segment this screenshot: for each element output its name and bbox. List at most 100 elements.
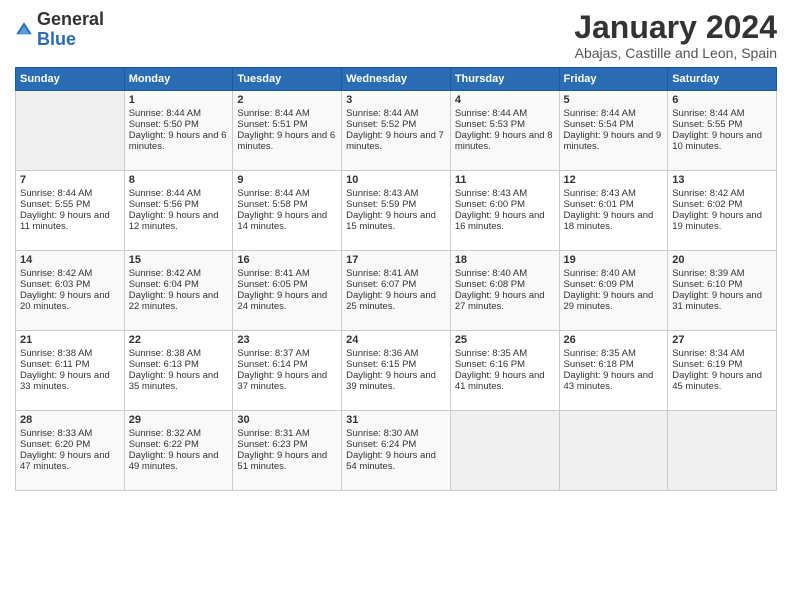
header-day-wednesday: Wednesday bbox=[342, 68, 451, 91]
daylight-text: Daylight: 9 hours and 24 minutes. bbox=[237, 290, 337, 312]
sunrise-text: Sunrise: 8:31 AM bbox=[237, 428, 337, 439]
sunrise-text: Sunrise: 8:30 AM bbox=[346, 428, 446, 439]
sunrise-text: Sunrise: 8:43 AM bbox=[455, 188, 555, 199]
sunset-text: Sunset: 6:02 PM bbox=[672, 199, 772, 210]
daylight-text: Daylight: 9 hours and 20 minutes. bbox=[20, 290, 120, 312]
daylight-text: Daylight: 9 hours and 31 minutes. bbox=[672, 290, 772, 312]
day-cell: 5Sunrise: 8:44 AMSunset: 5:54 PMDaylight… bbox=[559, 91, 668, 171]
day-cell: 28Sunrise: 8:33 AMSunset: 6:20 PMDayligh… bbox=[16, 411, 125, 491]
location-title: Abajas, Castille and Leon, Spain bbox=[574, 45, 777, 61]
day-cell: 30 Sunrise: 8:31 AMSunset: 6:23 PMDayligh… bbox=[233, 411, 342, 491]
sunset-text: Sunset: 5:53 PM bbox=[455, 119, 555, 130]
sunset-text: Sunset: 6:10 PM bbox=[672, 279, 772, 290]
daylight-text: Daylight: 9 hours and 22 minutes. bbox=[129, 290, 229, 312]
day-number: 21 bbox=[20, 334, 120, 346]
day-cell: 20Sunrise: 8:39 AMSunset: 6:10 PMDayligh… bbox=[668, 251, 777, 331]
day-cell: 9Sunrise: 8:44 AMSunset: 5:58 PMDaylight… bbox=[233, 171, 342, 251]
day-number: 8 bbox=[129, 174, 229, 186]
sunrise-text: Sunrise: 8:44 AM bbox=[455, 108, 555, 119]
day-cell: 11 Sunrise: 8:43 AMSunset: 6:00 PMDayligh… bbox=[450, 171, 559, 251]
sunset-text: Sunset: 6:04 PM bbox=[129, 279, 229, 290]
daylight-text: Daylight: 9 hours and 16 minutes. bbox=[455, 210, 555, 232]
logo-general: General bbox=[37, 9, 104, 29]
sunset-text: Sunset: 6:13 PM bbox=[129, 359, 229, 370]
sunrise-text: Sunrise: 8:42 AM bbox=[129, 268, 229, 279]
day-cell: 27Sunrise: 8:34 AMSunset: 6:19 PMDayligh… bbox=[668, 331, 777, 411]
day-cell: 29 Sunrise: 8:32 AMSunset: 6:22 PMDayligh… bbox=[124, 411, 233, 491]
week-row-5: 28Sunrise: 8:33 AMSunset: 6:20 PMDayligh… bbox=[16, 411, 777, 491]
daylight-text: Daylight: 9 hours and 43 minutes. bbox=[564, 370, 664, 392]
day-cell: 4 Sunrise: 8:44 AMSunset: 5:53 PMDaylight… bbox=[450, 91, 559, 171]
day-number: 24 bbox=[346, 334, 446, 346]
sunset-text: Sunset: 5:51 PM bbox=[237, 119, 337, 130]
week-row-1: 1Sunrise: 8:44 AMSunset: 5:50 PMDaylight… bbox=[16, 91, 777, 171]
day-number: 27 bbox=[672, 334, 772, 346]
daylight-text: Daylight: 9 hours and 51 minutes. bbox=[237, 450, 337, 472]
daylight-text: Daylight: 9 hours and 12 minutes. bbox=[129, 210, 229, 232]
day-number: 18 bbox=[455, 254, 555, 266]
sunset-text: Sunset: 5:55 PM bbox=[20, 199, 120, 210]
sunset-text: Sunset: 5:54 PM bbox=[564, 119, 664, 130]
day-number: 17 bbox=[346, 254, 446, 266]
daylight-text: Daylight: 9 hours and 25 minutes. bbox=[346, 290, 446, 312]
daylight-text: Daylight: 9 hours and 8 minutes. bbox=[455, 130, 555, 152]
sunset-text: Sunset: 6:22 PM bbox=[129, 439, 229, 450]
daylight-text: Daylight: 9 hours and 41 minutes. bbox=[455, 370, 555, 392]
sunrise-text: Sunrise: 8:40 AM bbox=[455, 268, 555, 279]
sunset-text: Sunset: 6:09 PM bbox=[564, 279, 664, 290]
day-number: 28 bbox=[20, 414, 120, 426]
page: General Blue January 2024 Abajas, Castil… bbox=[0, 0, 792, 612]
daylight-text: Daylight: 9 hours and 18 minutes. bbox=[564, 210, 664, 232]
day-number: 3 bbox=[346, 94, 446, 106]
sunrise-text: Sunrise: 8:32 AM bbox=[129, 428, 229, 439]
sunset-text: Sunset: 6:23 PM bbox=[237, 439, 337, 450]
sunset-text: Sunset: 6:16 PM bbox=[455, 359, 555, 370]
sunrise-text: Sunrise: 8:44 AM bbox=[564, 108, 664, 119]
sunset-text: Sunset: 6:20 PM bbox=[20, 439, 120, 450]
daylight-text: Daylight: 9 hours and 7 minutes. bbox=[346, 130, 446, 152]
day-cell: 19Sunrise: 8:40 AMSunset: 6:09 PMDayligh… bbox=[559, 251, 668, 331]
sunset-text: Sunset: 6:11 PM bbox=[20, 359, 120, 370]
sunrise-text: Sunrise: 8:43 AM bbox=[346, 188, 446, 199]
day-number: 13 bbox=[672, 174, 772, 186]
logo: General Blue bbox=[15, 10, 104, 50]
sunrise-text: Sunrise: 8:44 AM bbox=[346, 108, 446, 119]
header-day-saturday: Saturday bbox=[668, 68, 777, 91]
day-number: 29 bbox=[129, 414, 229, 426]
day-cell: 31Sunrise: 8:30 AMSunset: 6:24 PMDayligh… bbox=[342, 411, 451, 491]
day-cell: 17Sunrise: 8:41 AMSunset: 6:07 PMDayligh… bbox=[342, 251, 451, 331]
day-cell bbox=[16, 91, 125, 171]
sunrise-text: Sunrise: 8:42 AM bbox=[20, 268, 120, 279]
day-cell: 18Sunrise: 8:40 AMSunset: 6:08 PMDayligh… bbox=[450, 251, 559, 331]
header-day-thursday: Thursday bbox=[450, 68, 559, 91]
sunrise-text: Sunrise: 8:43 AM bbox=[564, 188, 664, 199]
sunset-text: Sunset: 6:00 PM bbox=[455, 199, 555, 210]
day-cell: 23Sunrise: 8:37 AMSunset: 6:14 PMDayligh… bbox=[233, 331, 342, 411]
sunrise-text: Sunrise: 8:44 AM bbox=[237, 188, 337, 199]
day-number: 31 bbox=[346, 414, 446, 426]
daylight-text: Daylight: 9 hours and 54 minutes. bbox=[346, 450, 446, 472]
day-cell bbox=[450, 411, 559, 491]
sunset-text: Sunset: 6:19 PM bbox=[672, 359, 772, 370]
day-cell: 6Sunrise: 8:44 AMSunset: 5:55 PMDaylight… bbox=[668, 91, 777, 171]
daylight-text: Daylight: 9 hours and 6 minutes. bbox=[237, 130, 337, 152]
day-number: 26 bbox=[564, 334, 664, 346]
sunset-text: Sunset: 5:52 PM bbox=[346, 119, 446, 130]
header-day-friday: Friday bbox=[559, 68, 668, 91]
daylight-text: Daylight: 9 hours and 6 minutes. bbox=[129, 130, 229, 152]
sunset-text: Sunset: 6:15 PM bbox=[346, 359, 446, 370]
daylight-text: Daylight: 9 hours and 27 minutes. bbox=[455, 290, 555, 312]
daylight-text: Daylight: 9 hours and 49 minutes. bbox=[129, 450, 229, 472]
week-row-4: 21Sunrise: 8:38 AMSunset: 6:11 PMDayligh… bbox=[16, 331, 777, 411]
day-number: 4 bbox=[455, 94, 555, 106]
day-number: 11 bbox=[455, 174, 555, 186]
day-number: 30 bbox=[237, 414, 337, 426]
day-number: 7 bbox=[20, 174, 120, 186]
sunrise-text: Sunrise: 8:35 AM bbox=[455, 348, 555, 359]
day-cell: 3 Sunrise: 8:44 AMSunset: 5:52 PMDaylight… bbox=[342, 91, 451, 171]
daylight-text: Daylight: 9 hours and 15 minutes. bbox=[346, 210, 446, 232]
day-number: 2 bbox=[237, 94, 337, 106]
sunset-text: Sunset: 6:05 PM bbox=[237, 279, 337, 290]
day-cell: 14Sunrise: 8:42 AMSunset: 6:03 PMDayligh… bbox=[16, 251, 125, 331]
sunrise-text: Sunrise: 8:44 AM bbox=[672, 108, 772, 119]
